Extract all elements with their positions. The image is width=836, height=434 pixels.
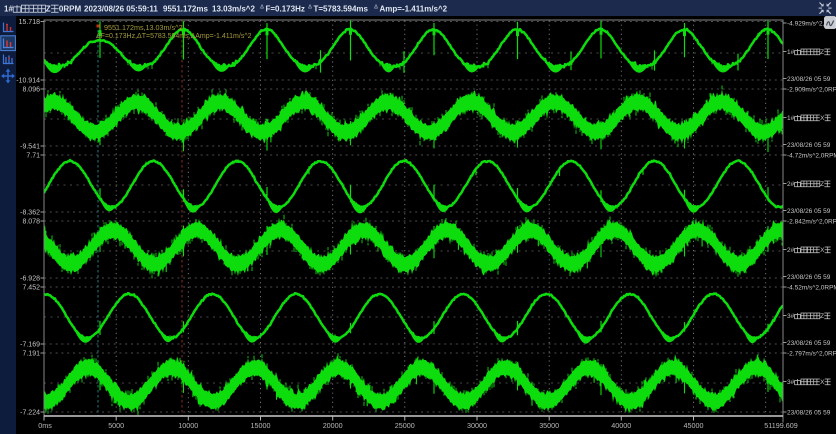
svg-text:45000: 45000 (684, 421, 704, 430)
svg-text:Z: Z (820, 49, 824, 56)
svg-text:23/08/26 05 59: 23/08/26 05 59 (787, 76, 831, 83)
svg-text:-2.797m/s^2,0RPM: -2.797m/s^2,0RPM (787, 351, 836, 358)
svg-text:-7.224: -7.224 (20, 410, 40, 417)
svg-text:X: X (820, 379, 825, 386)
svg-text:Z: Z (820, 181, 824, 188)
svg-text:10000: 10000 (178, 421, 198, 430)
svg-text:-7.169: -7.169 (20, 342, 40, 349)
svg-text:8.078: 8.078 (22, 219, 40, 226)
svg-text:15.718: 15.718 (19, 19, 41, 26)
svg-text:15000: 15000 (251, 421, 271, 430)
svg-text:9551.172ms: 9551.172ms (163, 5, 208, 14)
svg-text:-2.909m/s^2,0RPM: -2.909m/s^2,0RPM (787, 87, 836, 94)
svg-text:X: X (820, 115, 825, 122)
svg-text:1#: 1# (787, 115, 795, 122)
svg-text:0ms: 0ms (38, 421, 52, 430)
svg-text:51199.609: 51199.609 (764, 421, 797, 430)
svg-text:Amp=-1.411m/s^2: Amp=-1.411m/s^2 (380, 5, 448, 14)
svg-text:Δ: Δ (260, 5, 264, 11)
svg-text:-6.928: -6.928 (20, 276, 40, 283)
svg-text:7.191: 7.191 (22, 351, 40, 358)
svg-text:-10.914: -10.914 (16, 78, 40, 85)
svg-text:7.452: 7.452 (22, 285, 40, 292)
svg-text:X: X (820, 247, 825, 254)
svg-text:13.03m/s^2: 13.03m/s^2 (212, 5, 255, 14)
svg-text:25000: 25000 (395, 421, 415, 430)
svg-text:Z: Z (820, 313, 824, 320)
svg-text:5000: 5000 (108, 421, 124, 430)
svg-text:1#: 1# (787, 49, 795, 56)
svg-text:Z: Z (46, 5, 51, 14)
svg-text:3#: 3# (787, 313, 795, 320)
svg-text:2#: 2# (787, 181, 795, 188)
svg-text:-4.52m/s^2,0RPM: -4.52m/s^2,0RPM (787, 285, 836, 292)
svg-text:8.096: 8.096 (22, 87, 40, 94)
svg-text:-9.541: -9.541 (20, 144, 40, 151)
svg-text:0RPM: 0RPM (59, 5, 82, 14)
svg-text:T=5783.594ms: T=5783.594ms (314, 5, 369, 14)
svg-text:20000: 20000 (323, 421, 343, 430)
svg-text:23/08/26 05 59: 23/08/26 05 59 (787, 410, 831, 417)
svg-text:7.71: 7.71 (26, 153, 40, 160)
svg-text:23/08/26 05 59: 23/08/26 05 59 (787, 340, 831, 347)
svg-text:F=0.173Hz: F=0.173Hz (266, 5, 305, 14)
svg-text:23/08/26 05 59: 23/08/26 05 59 (787, 142, 831, 149)
svg-text:Δ: Δ (308, 5, 312, 11)
svg-text:30000: 30000 (467, 421, 487, 430)
svg-text:ΔF=0.173Hz,ΔT=5783.594ms,ΔAmp=: ΔF=0.173Hz,ΔT=5783.594ms,ΔAmp=-1.411m/s^… (96, 33, 252, 40)
svg-text:2#: 2# (787, 247, 795, 254)
svg-text:23/08/26 05 59: 23/08/26 05 59 (787, 274, 831, 281)
svg-text:-2.842m/s^2,0RPM: -2.842m/s^2,0RPM (787, 219, 836, 226)
svg-text:Δ: Δ (374, 5, 378, 11)
svg-text:35000: 35000 (539, 421, 559, 430)
svg-text:40000: 40000 (611, 421, 631, 430)
svg-text:3#: 3# (787, 379, 795, 386)
svg-text:2023/08/26 05:59:11: 2023/08/26 05:59:11 (84, 5, 158, 14)
svg-text:-4.72m/s^2,0RPM: -4.72m/s^2,0RPM (787, 153, 836, 160)
svg-text:1#: 1# (4, 5, 13, 14)
svg-text:-8.362: -8.362 (20, 210, 40, 217)
svg-text:9551.172ms,13.03m/s^2: 9551.172ms,13.03m/s^2 (104, 23, 183, 32)
svg-text:23/08/26 05 59: 23/08/26 05 59 (787, 208, 831, 215)
